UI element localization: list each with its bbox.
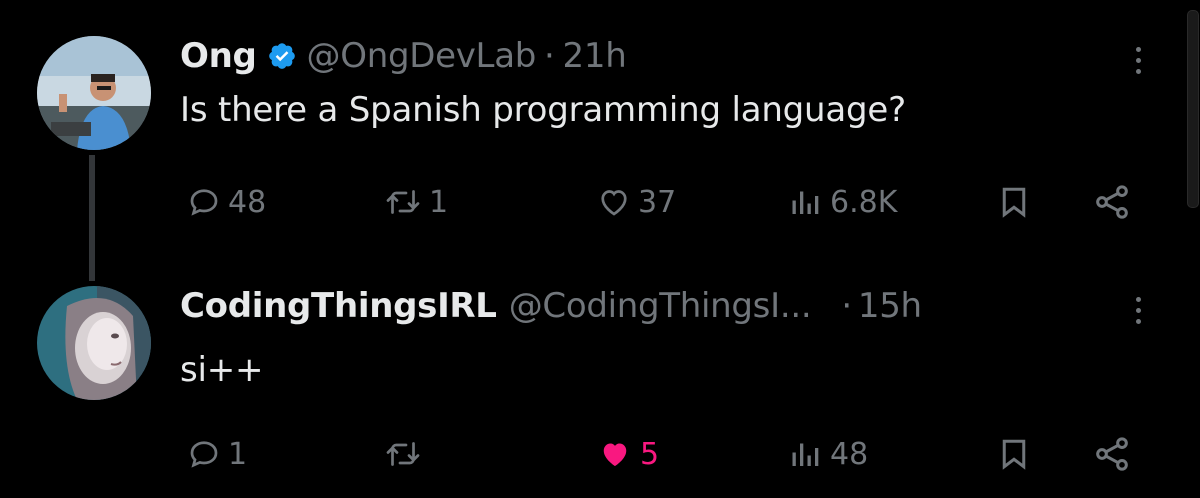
- like-button[interactable]: 37: [596, 182, 676, 222]
- share-icon: [1096, 437, 1128, 471]
- tweet-reply[interactable]: CodingThingsIRL @CodingThingsI... · 15h …: [0, 262, 1180, 498]
- tweet-text: si++: [180, 350, 264, 390]
- bookmark-icon: [1002, 439, 1026, 470]
- timestamp[interactable]: 21h: [563, 36, 627, 76]
- retweet-icon: [386, 190, 420, 214]
- reply-icon: [190, 441, 218, 468]
- bookmark-button[interactable]: [996, 434, 1032, 474]
- view-count: 6.8K: [830, 184, 898, 220]
- views-button[interactable]: 6.8K: [788, 182, 897, 222]
- avatar[interactable]: [37, 36, 151, 150]
- more-options-icon[interactable]: [1128, 40, 1148, 80]
- like-button[interactable]: 5: [596, 434, 659, 474]
- avatar[interactable]: [37, 286, 151, 400]
- tweet-text: Is there a Spanish programming language?: [180, 90, 906, 130]
- tweet-header: CodingThingsIRL @CodingThingsI... · 15h: [180, 284, 922, 328]
- retweet-count: 1: [429, 184, 449, 220]
- like-count: 5: [640, 436, 660, 472]
- share-button[interactable]: [1092, 182, 1132, 222]
- share-icon: [1096, 185, 1128, 219]
- reply-icon: [190, 189, 218, 216]
- bookmark-icon: [1002, 187, 1026, 218]
- separator-dot: ·: [841, 286, 852, 326]
- user-handle[interactable]: @CodingThingsI...: [509, 286, 812, 326]
- verified-badge-icon: [267, 41, 297, 71]
- retweet-button[interactable]: [383, 434, 429, 474]
- separator-dot: ·: [544, 36, 555, 76]
- views-icon: [792, 191, 819, 214]
- reply-count: 48: [228, 184, 267, 220]
- views-icon: [792, 443, 819, 466]
- reply-button[interactable]: 48: [186, 182, 266, 222]
- more-options-icon[interactable]: [1128, 290, 1148, 330]
- reply-count: 1: [228, 436, 248, 472]
- timestamp[interactable]: 15h: [858, 286, 922, 326]
- display-name[interactable]: CodingThingsIRL: [180, 286, 497, 326]
- views-button[interactable]: 48: [788, 434, 868, 474]
- scrollbar-thumb[interactable]: [1187, 10, 1199, 208]
- reply-button[interactable]: 1: [186, 434, 247, 474]
- display-name[interactable]: Ong: [180, 36, 257, 76]
- heart-icon: [603, 443, 627, 466]
- like-count: 37: [638, 184, 677, 220]
- heart-icon: [601, 190, 627, 216]
- bookmark-button[interactable]: [996, 182, 1032, 222]
- retweet-button[interactable]: 1: [383, 182, 448, 222]
- tweet-header: Ong @OngDevLab · 21h: [180, 34, 627, 78]
- view-count: 48: [830, 436, 869, 472]
- share-button[interactable]: [1092, 434, 1132, 474]
- user-handle[interactable]: @OngDevLab: [307, 36, 537, 76]
- scrollbar[interactable]: [1186, 0, 1200, 498]
- tweet[interactable]: Ong @OngDevLab · 21h Is there a Spanish …: [0, 0, 1180, 281]
- retweet-icon: [386, 442, 420, 466]
